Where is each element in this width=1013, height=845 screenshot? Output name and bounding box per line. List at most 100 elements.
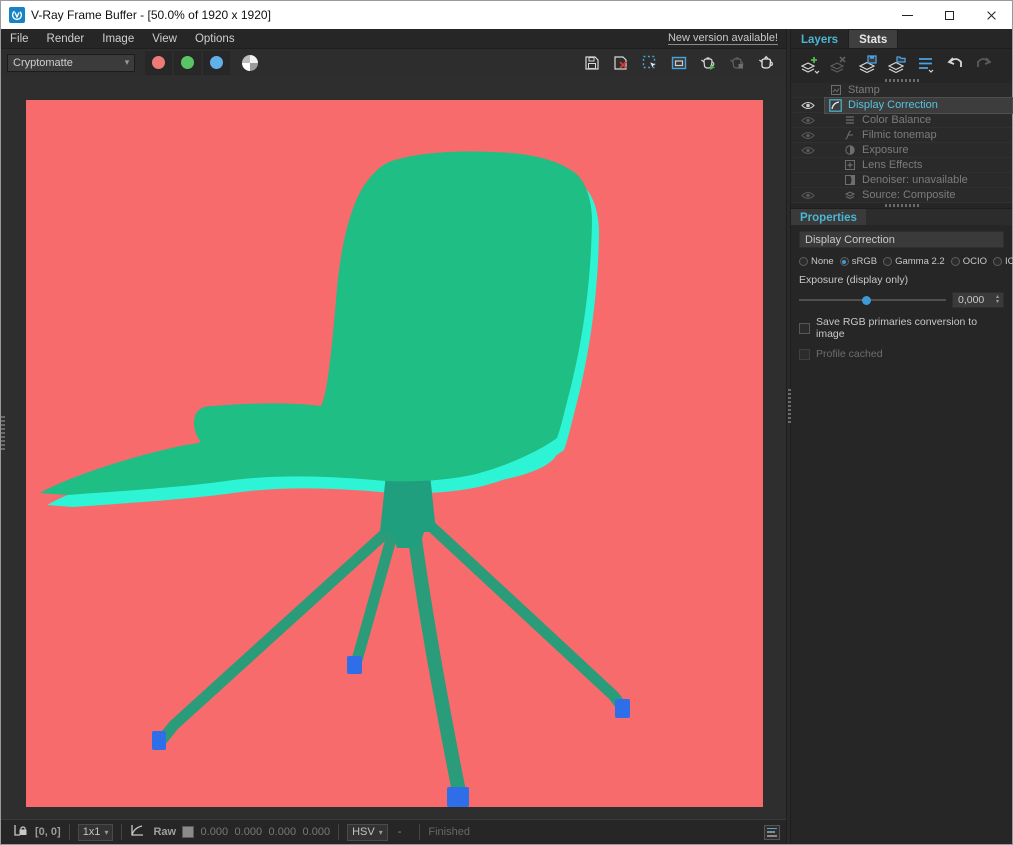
save-rgb-label: Save RGB primaries conversion to image bbox=[816, 316, 1004, 340]
radio-gamma22[interactable]: Gamma 2.2 bbox=[883, 256, 945, 267]
layer-row-color-balance[interactable]: Color Balance bbox=[791, 113, 1012, 128]
delete-layer-button[interactable] bbox=[828, 53, 850, 75]
render-last-button[interactable] bbox=[698, 53, 718, 73]
close-button[interactable] bbox=[970, 1, 1012, 29]
stop-render-button[interactable] bbox=[727, 53, 747, 73]
panel-empty-area bbox=[791, 360, 1012, 844]
radio-srgb[interactable]: sRGB bbox=[840, 256, 877, 267]
properties-header: Properties bbox=[791, 208, 1012, 225]
radio-ocio[interactable]: OCIO bbox=[951, 256, 987, 267]
visibility-eye-icon[interactable] bbox=[791, 146, 825, 155]
pixel-lock-icon[interactable] bbox=[13, 823, 29, 841]
minimize-button[interactable] bbox=[886, 1, 928, 29]
render-last-icon bbox=[699, 54, 718, 72]
load-layer-tree-button[interactable] bbox=[886, 53, 908, 75]
interactive-render-button[interactable] bbox=[756, 53, 776, 73]
layer-row-filmic-tonemap[interactable]: Filmic tonemap bbox=[791, 128, 1012, 143]
add-layer-button[interactable] bbox=[799, 53, 821, 75]
log-toggle-icon[interactable] bbox=[764, 825, 780, 840]
menu-file[interactable]: File bbox=[1, 33, 38, 45]
curve-display-icon[interactable] bbox=[130, 824, 145, 840]
pixel-color-swatch bbox=[182, 826, 194, 838]
chevron-down-icon: ▾ bbox=[120, 57, 134, 68]
spin-down-icon[interactable]: ▾ bbox=[996, 300, 999, 305]
green-channel-icon bbox=[181, 56, 194, 69]
menu-view[interactable]: View bbox=[143, 33, 186, 45]
save-rgb-checkbox-row[interactable]: Save RGB primaries conversion to image bbox=[799, 316, 1004, 340]
exposure-slider[interactable] bbox=[799, 294, 946, 306]
channel-selector-dropdown[interactable]: Cryptomatte ▾ bbox=[7, 54, 135, 72]
undo-icon bbox=[944, 53, 966, 75]
visibility-eye-icon[interactable] bbox=[791, 116, 825, 125]
menu-image[interactable]: Image bbox=[93, 33, 143, 45]
exposure-label: Exposure (display only) bbox=[799, 274, 1004, 286]
window-title: V-Ray Frame Buffer - [50.0% of 1920 x 19… bbox=[31, 8, 271, 22]
rendered-image[interactable] bbox=[26, 100, 763, 807]
right-panel-tabs: Layers Stats bbox=[791, 29, 1012, 48]
selected-layer-name: Display Correction bbox=[799, 231, 1004, 248]
duplicate-buffer-button[interactable] bbox=[669, 53, 689, 73]
render-viewport bbox=[1, 76, 786, 819]
left-splitter-handle[interactable] bbox=[1, 416, 5, 452]
color-balance-icon bbox=[843, 114, 856, 127]
delete-layer-icon bbox=[828, 53, 850, 75]
undo-button[interactable] bbox=[944, 53, 966, 75]
save-image-button[interactable] bbox=[582, 53, 602, 73]
filmic-tonemap-icon bbox=[843, 129, 856, 142]
lens-effects-icon bbox=[843, 159, 856, 172]
radio-none[interactable]: None bbox=[799, 256, 834, 267]
add-layer-icon bbox=[799, 53, 821, 75]
new-version-link[interactable]: New version available! bbox=[668, 32, 778, 45]
pixel-value-g: 0.000 bbox=[228, 826, 262, 838]
color-space-options: None sRGB Gamma 2.2 OCIO ICC bbox=[799, 256, 1006, 267]
blue-channel-button[interactable] bbox=[203, 51, 230, 75]
visibility-eye-icon[interactable] bbox=[791, 191, 825, 200]
layer-row-display-correction[interactable]: Display Correction bbox=[791, 98, 1012, 113]
menu-render[interactable]: Render bbox=[38, 33, 94, 45]
save-layer-tree-button[interactable] bbox=[857, 53, 879, 75]
tab-layers[interactable]: Layers bbox=[791, 29, 848, 48]
slider-handle[interactable] bbox=[862, 296, 871, 305]
green-channel-button[interactable] bbox=[174, 51, 201, 75]
pixel-zoom-value: 1x1 bbox=[83, 826, 101, 838]
properties-tab[interactable]: Properties bbox=[791, 209, 866, 225]
maximize-button[interactable] bbox=[928, 1, 970, 29]
chevron-down-icon: ▾ bbox=[104, 828, 108, 837]
pixel-coordinates: [0, 0] bbox=[35, 826, 61, 838]
color-mode-value: HSV bbox=[352, 826, 375, 838]
stamp-icon bbox=[829, 84, 842, 97]
layer-row-exposure[interactable]: Exposure bbox=[791, 143, 1012, 158]
pixel-value-b: 0.000 bbox=[262, 826, 296, 838]
red-channel-icon bbox=[152, 56, 165, 69]
vray-logo-icon bbox=[9, 7, 25, 23]
radio-icc[interactable]: ICC bbox=[993, 256, 1013, 267]
source-composite-icon bbox=[843, 189, 856, 202]
menu-options[interactable]: Options bbox=[186, 33, 244, 45]
redo-button[interactable] bbox=[973, 53, 995, 75]
layer-row-lens-effects[interactable]: Lens Effects bbox=[791, 158, 1012, 173]
color-mode-dropdown[interactable]: HSV ▾ bbox=[347, 824, 388, 841]
vray-frame-buffer-window: V-Ray Frame Buffer - [50.0% of 1920 x 19… bbox=[0, 0, 1013, 845]
toolbar: Cryptomatte ▾ bbox=[1, 48, 786, 76]
visibility-eye-icon[interactable] bbox=[791, 131, 825, 140]
layer-row-source-composite[interactable]: Source: Composite bbox=[791, 188, 1012, 203]
layer-options-icon bbox=[915, 53, 937, 75]
denoiser-icon bbox=[843, 174, 856, 187]
red-channel-button[interactable] bbox=[145, 51, 172, 75]
visibility-eye-icon[interactable] bbox=[791, 101, 825, 110]
tab-stats[interactable]: Stats bbox=[848, 29, 898, 48]
panel-splitter[interactable] bbox=[786, 29, 791, 844]
exposure-spinner[interactable]: 0,000 ▴ ▾ bbox=[952, 292, 1004, 308]
layer-row-denoiser[interactable]: Denoiser: unavailable bbox=[791, 173, 1012, 188]
chevron-down-icon: ▾ bbox=[379, 828, 383, 837]
display-correction-icon bbox=[829, 99, 842, 112]
clear-image-button[interactable] bbox=[611, 53, 631, 73]
layer-row-stamp[interactable]: Stamp bbox=[791, 83, 1012, 98]
pixel-zoom-dropdown[interactable]: 1x1 ▾ bbox=[78, 824, 114, 841]
titlebar: V-Ray Frame Buffer - [50.0% of 1920 x 19… bbox=[1, 1, 1012, 29]
checkbox-icon[interactable] bbox=[799, 323, 810, 334]
region-render-button[interactable] bbox=[640, 53, 660, 73]
color-wheel-icon[interactable] bbox=[242, 55, 258, 71]
layer-options-button[interactable] bbox=[915, 53, 937, 75]
save-icon bbox=[583, 54, 601, 72]
